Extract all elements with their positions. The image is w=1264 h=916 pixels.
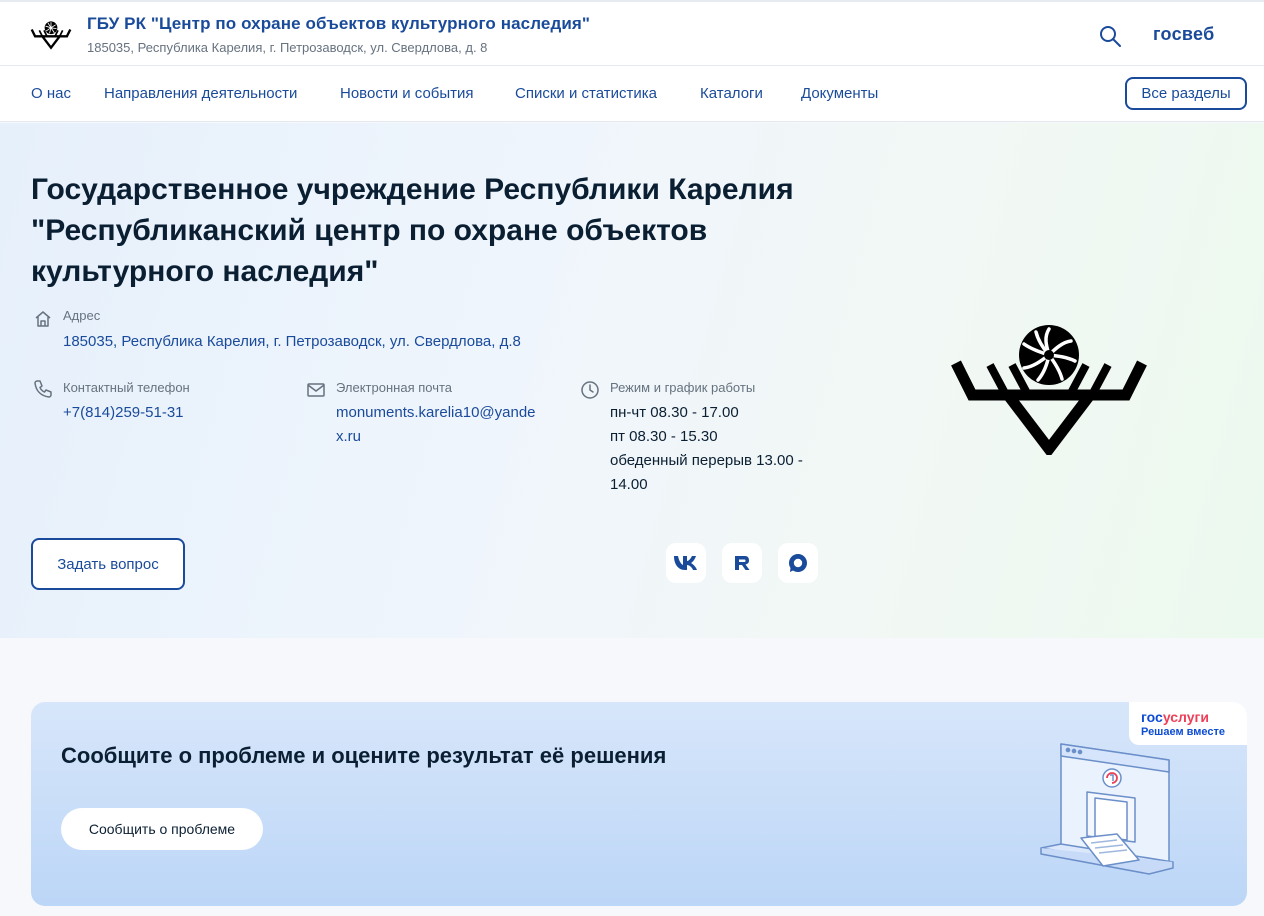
nav-item-lists[interactable]: Списки и статистика [515,85,657,102]
laptop-illustration-icon [1040,743,1174,875]
org-emblem-icon [951,325,1147,455]
schedule-line: обеденный перерыв 13.00 - [610,452,803,469]
vk-icon[interactable] [666,543,706,583]
max-glyph-icon [789,554,807,572]
report-problem-button[interactable]: Сообщить о проблеме [61,808,263,850]
all-sections-button[interactable]: Все разделы [1125,77,1247,110]
home-icon [35,311,51,327]
rutube-glyph-icon [735,556,750,570]
nav-item-about[interactable]: О нас [31,85,71,102]
phone-label: Контактный телефон [63,380,190,395]
gosuslugi-prefix: гос [1141,709,1163,725]
email-label: Электронная почта [336,380,453,395]
nav-item-activities[interactable]: Направления деятельности [104,85,297,102]
ask-question-button[interactable]: Задать вопрос [31,538,185,590]
page-title: Государственное учреждение Республики Ка… [31,173,794,288]
mail-icon [307,383,325,397]
address-link[interactable]: 185035, Республика Карелия, г. Петрозаво… [63,330,521,354]
org-logo-icon[interactable] [30,20,72,50]
site-header: ГБУ РК "Центр по охране объектов культур… [0,0,1264,66]
schedule-line: 14.00 [610,476,648,493]
gosuslugi-subtitle: Решаем вместе [1141,726,1225,738]
address-label: Адрес [63,308,101,323]
schedule-text: пн-чт 08.30 - 17.00 пт 08.30 - 15.30 обе… [610,401,803,497]
max-icon[interactable] [778,543,818,583]
schedule-line: пт 08.30 - 15.30 [610,428,718,445]
phone-icon [34,380,52,398]
org-address: 185035, Республика Карелия, г. Петрозаво… [87,40,488,55]
schedule-label: Режим и график работы [610,380,756,395]
clock-icon [581,381,599,399]
schedule-line: пн-чт 08.30 - 17.00 [610,404,739,421]
nav-item-catalogs[interactable]: Каталоги [700,85,763,102]
email-line: x.ru [336,428,362,445]
search-icon[interactable] [1098,24,1122,48]
rutube-icon[interactable] [722,543,762,583]
vk-glyph-icon [674,556,697,570]
hero-section: Государственное учреждение Республики Ка… [0,123,1264,638]
banner-title: Сообщите о проблеме и оцените результат … [61,743,667,768]
email-link[interactable]: monuments.karelia10@yande x.ru [336,401,536,449]
gosuslugi-badge[interactable]: госуслуги Решаем вместе [1129,702,1247,745]
gosuslugi-suffix: услуги [1162,709,1209,725]
email-line: monuments.karelia10@yande [336,404,536,421]
main-nav: О нас Направления деятельности Новости и… [0,66,1264,122]
gosweb-brand[interactable]: госвеб [1153,24,1215,45]
org-name[interactable]: ГБУ РК "Центр по охране объектов культур… [87,14,590,34]
nav-item-news[interactable]: Новости и события [340,85,474,102]
feedback-banner: Сообщите о проблеме и оцените результат … [31,702,1247,906]
phone-link[interactable]: +7(814)259-51-31 [63,401,184,425]
gosuslugi-logo: госуслуги [1141,709,1209,725]
nav-item-documents[interactable]: Документы [801,85,878,102]
